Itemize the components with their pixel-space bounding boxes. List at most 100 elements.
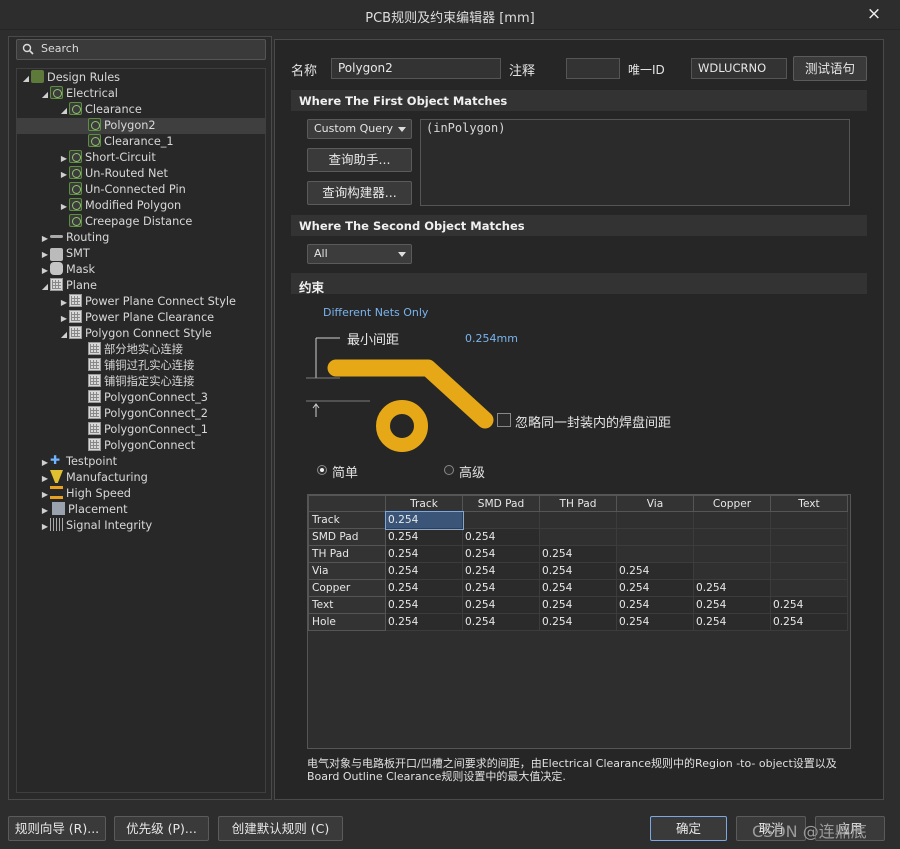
mode-advanced-radio[interactable] xyxy=(444,465,454,475)
tree-item[interactable]: ▶ Power Plane Connect Style xyxy=(59,294,236,310)
min-clearance-value[interactable]: 0.254mm xyxy=(465,332,518,345)
tree-item[interactable]: ◢ Electrical xyxy=(40,86,118,102)
tree-item[interactable]: PolygonConnect xyxy=(78,438,195,454)
matrix-cell[interactable]: 0.254 xyxy=(693,579,771,597)
tree-item-label: Testpoint xyxy=(66,455,118,468)
tree-item[interactable]: ▶ Short-Circuit xyxy=(59,150,156,166)
expanded-arrow-icon[interactable]: ◢ xyxy=(59,103,69,119)
matrix-cell[interactable]: 0.254 xyxy=(616,562,694,580)
tree-item[interactable]: ▶ Power Plane Clearance xyxy=(59,310,214,326)
collapsed-arrow-icon[interactable]: ▶ xyxy=(40,487,50,503)
matrix-cell xyxy=(770,562,848,580)
tree-item[interactable]: ▶ Modified Polygon xyxy=(59,198,181,214)
matrix-cell[interactable]: 0.254 xyxy=(616,579,694,597)
comment-field[interactable] xyxy=(566,58,620,79)
tree-item[interactable]: ▶ Placement xyxy=(40,502,128,518)
query-textarea[interactable]: (inPolygon) xyxy=(420,119,850,206)
tree-item[interactable]: ◢ Clearance xyxy=(59,102,142,118)
tree-item[interactable]: ▶ Mask xyxy=(40,262,95,278)
tree-item[interactable]: ◢ Plane xyxy=(40,278,97,294)
matrix-cell[interactable]: 0.254 xyxy=(693,613,771,631)
tree-item[interactable]: ▶ SMT xyxy=(40,246,90,262)
matrix-cell[interactable]: 0.254 xyxy=(539,562,617,580)
matrix-cell[interactable]: 0.254 xyxy=(616,613,694,631)
matrix-cell xyxy=(770,511,848,529)
tree-item[interactable]: ◢ Polygon Connect Style xyxy=(59,326,212,342)
matrix-cell[interactable]: 0.254 xyxy=(539,545,617,563)
tree-item[interactable]: ▶ Un-Routed Net xyxy=(59,166,168,182)
tree-item-label: Clearance xyxy=(85,103,142,116)
second-object-dropdown[interactable]: All xyxy=(307,244,412,264)
collapsed-arrow-icon[interactable]: ▶ xyxy=(59,311,69,327)
matrix-column-header: Track xyxy=(385,495,463,512)
priority-button[interactable]: 优先级 (P)... xyxy=(114,816,209,841)
matrix-cell[interactable]: 0.254 xyxy=(385,613,463,631)
collapsed-arrow-icon[interactable]: ▶ xyxy=(40,231,50,247)
tree-item[interactable]: ▶ High Speed xyxy=(40,486,131,502)
query-helper-button[interactable]: 查询助手... xyxy=(307,148,412,172)
matrix-cell xyxy=(462,511,540,529)
matrix-cell[interactable]: 0.254 xyxy=(539,613,617,631)
collapsed-arrow-icon[interactable]: ▶ xyxy=(59,167,69,183)
matrix-cell[interactable]: 0.254 xyxy=(770,613,848,631)
matrix-cell[interactable]: 0.254 xyxy=(384,510,464,530)
query-builder-button[interactable]: 查询构建器... xyxy=(307,181,412,205)
expanded-arrow-icon[interactable]: ◢ xyxy=(21,71,31,87)
matrix-cell[interactable]: 0.254 xyxy=(462,528,540,546)
net-scope-selector[interactable]: Different Nets Only xyxy=(323,306,428,319)
tree-item[interactable]: Polygon2 xyxy=(17,118,265,134)
matrix-cell[interactable]: 0.254 xyxy=(462,596,540,614)
matrix-cell[interactable]: 0.254 xyxy=(539,579,617,597)
expanded-arrow-icon[interactable]: ◢ xyxy=(40,87,50,103)
collapsed-arrow-icon[interactable]: ▶ xyxy=(59,199,69,215)
matrix-cell[interactable]: 0.254 xyxy=(462,579,540,597)
mode-simple-radio[interactable] xyxy=(317,465,327,475)
matrix-cell[interactable]: 0.254 xyxy=(539,596,617,614)
test-query-button[interactable]: 测试语句 xyxy=(793,56,867,81)
expanded-arrow-icon[interactable]: ◢ xyxy=(40,279,50,295)
tree-item[interactable]: 部分地实心连接 xyxy=(78,342,183,358)
tree-item[interactable]: 铺铜指定实心连接 xyxy=(78,374,194,390)
tree-item[interactable]: 铺铜过孔实心连接 xyxy=(78,358,194,374)
tree-item[interactable]: PolygonConnect_1 xyxy=(78,422,208,438)
first-object-dropdown[interactable]: Custom Query xyxy=(307,119,412,139)
matrix-cell[interactable]: 0.254 xyxy=(616,596,694,614)
matrix-cell[interactable]: 0.254 xyxy=(693,596,771,614)
collapsed-arrow-icon[interactable]: ▶ xyxy=(40,519,50,535)
ignore-pad-checkbox[interactable] xyxy=(497,413,511,427)
matrix-cell[interactable]: 0.254 xyxy=(462,562,540,580)
collapsed-arrow-icon[interactable]: ▶ xyxy=(40,455,50,471)
collapsed-arrow-icon[interactable]: ▶ xyxy=(40,503,50,519)
collapsed-arrow-icon[interactable]: ▶ xyxy=(59,151,69,167)
matrix-cell[interactable]: 0.254 xyxy=(385,528,463,546)
collapsed-arrow-icon[interactable]: ▶ xyxy=(40,471,50,487)
matrix-cell[interactable]: 0.254 xyxy=(385,579,463,597)
create-default-rules-button[interactable]: 创建默认规则 (C) xyxy=(218,816,343,841)
uid-field[interactable]: WDLUCRNO xyxy=(691,58,787,79)
tree-item[interactable]: PolygonConnect_3 xyxy=(78,390,208,406)
collapsed-arrow-icon[interactable]: ▶ xyxy=(59,295,69,311)
tree-item[interactable]: ▶ Routing xyxy=(40,230,109,246)
matrix-cell[interactable]: 0.254 xyxy=(385,562,463,580)
tree-item[interactable]: Un-Connected Pin xyxy=(59,182,186,198)
expanded-arrow-icon[interactable]: ◢ xyxy=(59,327,69,343)
search-input[interactable]: Search xyxy=(16,39,266,60)
tree-item[interactable]: ▶ Signal Integrity xyxy=(40,518,152,534)
matrix-cell[interactable]: 0.254 xyxy=(770,596,848,614)
matrix-cell[interactable]: 0.254 xyxy=(462,613,540,631)
matrix-cell[interactable]: 0.254 xyxy=(385,545,463,563)
rule-wizard-button[interactable]: 规则向导 (R)... xyxy=(8,816,106,841)
tree-item[interactable]: ◢ Design Rules xyxy=(21,70,120,86)
tree-item[interactable]: ▶ Testpoint xyxy=(40,452,118,471)
matrix-cell[interactable]: 0.254 xyxy=(385,596,463,614)
name-field[interactable]: Polygon2 xyxy=(331,58,501,79)
collapsed-arrow-icon[interactable]: ▶ xyxy=(40,247,50,263)
tree-item[interactable]: Creepage Distance xyxy=(59,214,192,230)
close-icon[interactable]: × xyxy=(862,3,886,25)
tree-item[interactable]: PolygonConnect_2 xyxy=(78,406,208,422)
tree-item[interactable]: Clearance_1 xyxy=(78,134,174,150)
tree-item[interactable]: ▶ Manufacturing xyxy=(40,470,148,486)
collapsed-arrow-icon[interactable]: ▶ xyxy=(40,263,50,279)
ok-button[interactable]: 确定 xyxy=(650,816,727,841)
matrix-cell[interactable]: 0.254 xyxy=(462,545,540,563)
